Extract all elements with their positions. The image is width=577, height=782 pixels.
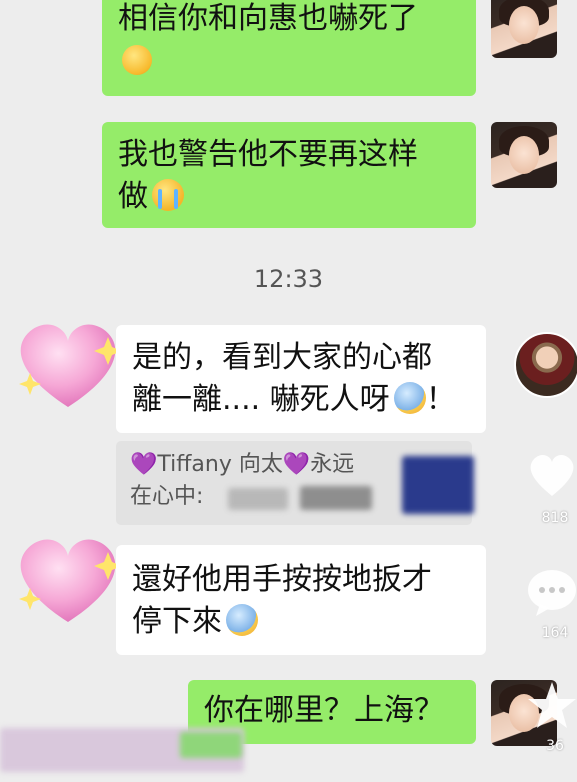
chat-timestamp: 12:33	[253, 265, 324, 293]
comment-count: 164	[541, 625, 569, 641]
message-text: 你在哪里？上海？	[204, 693, 444, 728]
creator-avatar[interactable]	[514, 332, 577, 398]
message-text-line2: 停下來	[132, 604, 222, 639]
avatar-face	[509, 136, 539, 174]
heart-sticker-icon	[19, 324, 122, 407]
like-count: 818	[541, 510, 569, 526]
sender-avatar[interactable]	[491, 122, 557, 188]
redacted-block	[300, 486, 372, 510]
scream-emoji-icon	[393, 382, 426, 414]
message-text-line1: 是的，看到大家的心都	[132, 340, 432, 375]
star-icon[interactable]	[526, 680, 577, 732]
message-bubble-sent[interactable]: 相信你和向惠也嚇死了	[102, 0, 476, 96]
message-text: 相信你和向惠也嚇死了	[118, 1, 418, 36]
message-text-line1: 我也警告他不要再这样	[118, 137, 418, 172]
favorite-count: 36	[546, 738, 564, 754]
like-heart-icon[interactable]	[526, 450, 577, 500]
mind-blown-emoji-icon	[122, 45, 152, 75]
heart-sticker-icon	[19, 539, 122, 622]
message-text-line1: 還好他用手按按地扳才	[132, 562, 432, 597]
message-bubble-received[interactable]: 是的，看到大家的心都 離一離.... 嚇死人呀 ！	[116, 325, 486, 433]
redacted-block	[180, 732, 242, 758]
message-bubble-sent[interactable]: 我也警告他不要再这样 做	[102, 122, 476, 228]
comment-icon[interactable]	[526, 566, 577, 618]
redacted-block	[402, 456, 474, 514]
crying-emoji-icon	[152, 179, 184, 211]
redacted-block	[228, 488, 288, 510]
message-text-end: ！	[425, 382, 456, 417]
message-bubble-received[interactable]: 還好他用手按按地扳才 停下來	[116, 545, 486, 655]
avatar-face	[509, 6, 539, 44]
sender-avatar[interactable]	[491, 0, 557, 58]
anxious-emoji-icon	[226, 604, 258, 636]
message-text-line2: 離一離.... 嚇死人呀	[132, 382, 390, 417]
message-text-line2: 做	[118, 179, 148, 214]
